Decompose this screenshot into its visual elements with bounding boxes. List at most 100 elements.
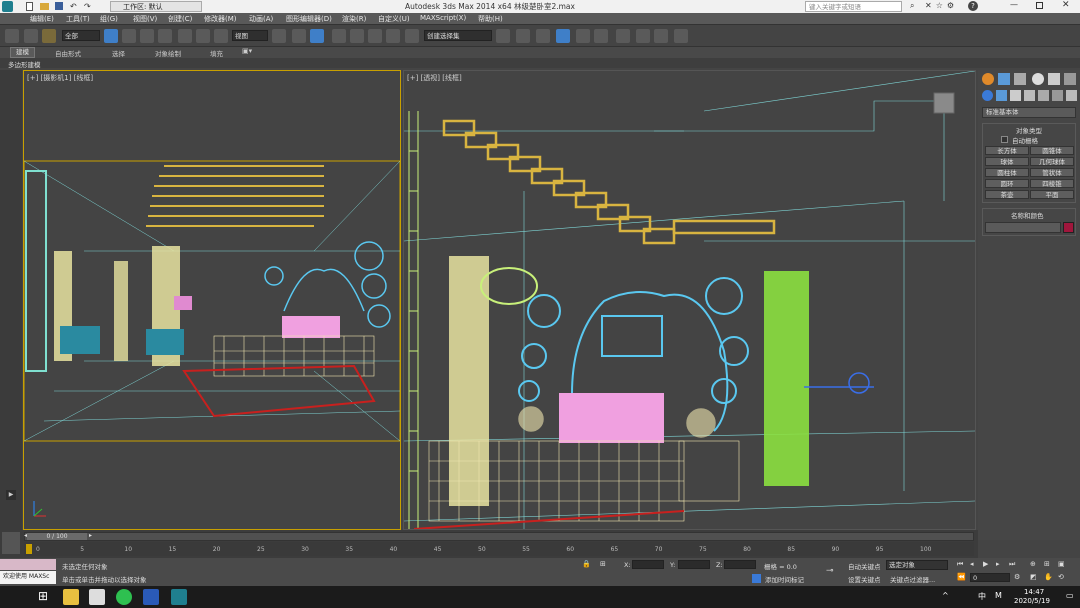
zoom-all-icon[interactable]: ⊞ [1044, 560, 1050, 568]
mirror-icon[interactable] [496, 29, 510, 43]
teapot-button[interactable]: 茶壶 [985, 190, 1029, 199]
field-of-view-icon[interactable]: ◩ [1030, 573, 1037, 581]
motion-tab-icon[interactable] [1032, 73, 1044, 85]
menu-tools[interactable]: 工具(T) [66, 14, 90, 24]
select-by-name-icon[interactable] [122, 29, 136, 43]
pan-icon[interactable]: ✋ [1044, 573, 1053, 581]
select-and-manipulate-icon[interactable] [292, 29, 306, 43]
ribbon-tab-freeform[interactable]: 自由形式 [55, 48, 81, 58]
spacewarps-icon[interactable] [1052, 90, 1063, 101]
clock-date[interactable]: 2020/5/19 [1014, 597, 1050, 605]
lights-icon[interactable] [1010, 90, 1021, 101]
add-time-tag-label[interactable]: 添加时间标记 [765, 574, 804, 584]
auto-key-button[interactable]: 自动关键点 [848, 561, 881, 571]
open-file-icon[interactable] [40, 3, 49, 10]
time-slider-thumb[interactable]: 0 / 100 [27, 533, 87, 540]
notification-icon[interactable]: ▭ [1066, 591, 1074, 600]
menu-help[interactable]: 帮助(H) [478, 14, 503, 24]
geosphere-button[interactable]: 几何球体 [1030, 157, 1074, 166]
bind-space-warp-icon[interactable] [42, 29, 56, 43]
modify-tab-icon[interactable] [998, 73, 1010, 85]
perspective-viewport[interactable]: [+] [透视] [线框] [403, 70, 976, 530]
ribbon-options-icon[interactable]: ▣▾ [242, 47, 252, 55]
ribbon-tab-selection[interactable]: 选择 [112, 48, 125, 58]
curve-editor-mini-icon[interactable] [26, 544, 32, 554]
x-coordinate-field[interactable] [632, 560, 664, 569]
workspace-dropdown[interactable]: 工作区: 默认 [110, 1, 202, 12]
menu-group[interactable]: 组(G) [100, 14, 118, 24]
torus-button[interactable]: 圆环 [985, 179, 1029, 188]
maxscript-mini[interactable] [0, 559, 56, 570]
create-tab-icon[interactable] [982, 73, 994, 85]
new-file-icon[interactable] [26, 2, 33, 11]
z-coordinate-field[interactable] [724, 560, 756, 569]
snaps-toggle-icon[interactable] [332, 29, 346, 43]
next-frame-icon[interactable]: ▸ [996, 560, 1000, 568]
camera-viewport[interactable]: [+] [摄影机1] [线框] [23, 70, 401, 530]
spinner-snap-icon[interactable] [386, 29, 400, 43]
move-icon[interactable] [178, 29, 192, 43]
search-icon[interactable]: ⌕ [910, 1, 914, 11]
file-explorer-icon[interactable] [63, 589, 79, 605]
cone-button[interactable]: 圆锥体 [1030, 146, 1074, 155]
angle-snap-icon[interactable] [350, 29, 364, 43]
viewport-layout-icon[interactable] [2, 532, 20, 554]
scale-icon[interactable] [214, 29, 228, 43]
minimize-icon[interactable]: — [1010, 0, 1018, 9]
mail-icon[interactable] [89, 589, 105, 605]
start-icon[interactable]: ⊞ [38, 589, 48, 603]
key-mode-toggle-icon[interactable]: ⏪ [957, 573, 966, 581]
plane-button[interactable]: 平面 [1030, 190, 1074, 199]
object-name-field[interactable] [985, 222, 1061, 233]
app-logo-icon[interactable] [2, 1, 13, 12]
select-object-icon[interactable] [104, 29, 118, 43]
polygon-modeling-label[interactable]: 多边形建模 [8, 59, 41, 69]
render-production-icon[interactable] [674, 29, 688, 43]
link-icon[interactable] [5, 29, 19, 43]
reference-coordinate-dropdown[interactable]: 视图 [232, 30, 268, 41]
display-tab-icon[interactable] [1048, 73, 1060, 85]
cameras-icon[interactable] [1024, 90, 1035, 101]
rendered-frame-window-icon[interactable] [654, 29, 668, 43]
slider-next-icon[interactable]: ▸ [89, 532, 92, 539]
time-tag-icon[interactable] [752, 574, 761, 583]
tube-button[interactable]: 管状体 [1030, 168, 1074, 177]
keyboard-shortcut-override-icon[interactable] [310, 29, 324, 43]
ribbon-tab-modeling[interactable]: 建模 [10, 47, 35, 58]
percent-snap-icon[interactable] [368, 29, 382, 43]
rotate-icon[interactable] [196, 29, 210, 43]
close-icon[interactable]: ✕ [1062, 0, 1070, 10]
time-config-icon[interactable]: ⚙ [1014, 573, 1020, 581]
y-coordinate-field[interactable] [678, 560, 710, 569]
curve-editor-icon[interactable] [576, 29, 590, 43]
object-type-title[interactable]: 对象类型 [1016, 125, 1042, 135]
sphere-button[interactable]: 球体 [985, 157, 1029, 166]
named-selection-dropdown[interactable]: 创建选择集 [424, 30, 492, 41]
maxscript-listener[interactable]: 欢迎使用 MAXSc [0, 571, 56, 584]
wechat-icon[interactable] [116, 589, 132, 605]
clock-time[interactable]: 14:47 [1024, 588, 1044, 596]
key-filters-button[interactable]: 关键点过滤器... [890, 574, 935, 584]
pivot-point-icon[interactable] [272, 29, 286, 43]
undo-icon[interactable]: ↶ [70, 2, 77, 11]
zoom-icon[interactable]: ⊕ [1030, 560, 1036, 568]
goto-start-icon[interactable]: ⏮ [957, 560, 963, 569]
ribbon-tab-object-paint[interactable]: 对象绘制 [155, 48, 181, 58]
menu-views[interactable]: 视图(V) [133, 14, 157, 24]
systems-icon[interactable] [1066, 90, 1077, 101]
goto-end-icon[interactable]: ⏭ [1009, 560, 1015, 569]
menu-maxscript[interactable]: MAXScript(X) [420, 14, 466, 22]
helpers-icon[interactable] [1038, 90, 1049, 101]
ime-mode-indicator[interactable]: M [995, 591, 1002, 600]
orbit-icon[interactable]: ⟲ [1058, 573, 1064, 581]
object-color-swatch[interactable] [1063, 222, 1074, 233]
rectangular-selection-icon[interactable] [140, 29, 154, 43]
window-crossing-icon[interactable] [158, 29, 172, 43]
cylinder-button[interactable]: 圆柱体 [985, 168, 1029, 177]
edit-named-selection-icon[interactable] [405, 29, 419, 43]
box-button[interactable]: 长方体 [985, 146, 1029, 155]
redo-icon[interactable]: ↷ [84, 2, 91, 11]
unlink-icon[interactable] [24, 29, 38, 43]
help-icon[interactable]: ? [968, 1, 978, 11]
schematic-view-icon[interactable] [594, 29, 608, 43]
